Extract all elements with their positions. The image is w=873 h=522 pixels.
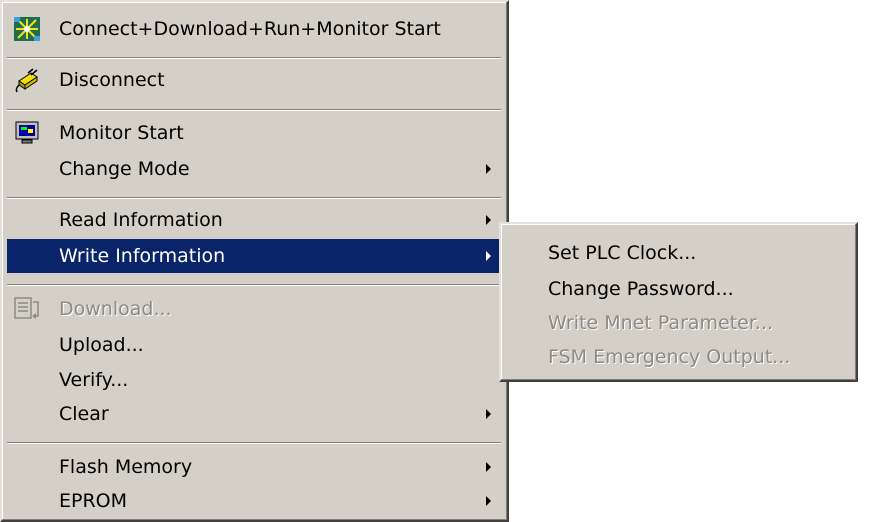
menu-item-verify[interactable]: Verify...	[7, 363, 501, 397]
menu-separator	[7, 284, 501, 286]
disconnect-plug-icon	[13, 67, 41, 93]
menu-item-upload[interactable]: Upload...	[7, 328, 501, 362]
menu-item-flash-memory[interactable]: Flash Memory	[7, 450, 501, 484]
menu-item-label: Clear	[59, 403, 109, 425]
menu-item-label: Verify...	[59, 369, 129, 391]
submenu-item-set-plc-clock[interactable]: Set PLC Clock...	[506, 236, 850, 270]
menu-item-label: Set PLC Clock...	[548, 242, 697, 264]
menu-item-disconnect[interactable]: Disconnect	[7, 63, 501, 97]
menu-item-monitor-start[interactable]: Monitor Start	[7, 116, 501, 150]
menu-item-label: Monitor Start	[59, 122, 184, 144]
submenu-arrow-icon	[486, 496, 491, 506]
menu-item-label: Change Mode	[59, 158, 190, 180]
menu-item-label: Write Information	[59, 245, 226, 267]
menu-item-label: Upload...	[59, 334, 144, 356]
menu-item-label: Disconnect	[59, 69, 165, 91]
menu-item-label: Read Information	[59, 209, 223, 231]
submenu-item-write-mnet-parameter[interactable]: Write Mnet Parameter...	[506, 306, 850, 340]
menu-separator	[7, 57, 501, 59]
menu-item-read-information[interactable]: Read Information	[7, 203, 501, 237]
submenu-write-information: Set PLC Clock... Change Password... Writ…	[499, 222, 858, 382]
download-icon	[13, 296, 41, 322]
menu-separator	[7, 197, 501, 199]
submenu-arrow-icon	[486, 164, 491, 174]
submenu-arrow-icon	[486, 462, 491, 472]
menu-item-eprom[interactable]: EPROM	[7, 484, 501, 518]
menu-item-label: Change Password...	[548, 278, 734, 300]
menu-item-download[interactable]: Download...	[7, 292, 501, 326]
submenu-arrow-icon	[486, 251, 491, 261]
menu-item-connect-download-run-monitor[interactable]: Connect+Download+Run+Monitor Start	[7, 12, 501, 46]
menu-item-clear[interactable]: Clear	[7, 397, 501, 431]
menu-item-change-mode[interactable]: Change Mode	[7, 152, 501, 186]
context-menu-online: Connect+Download+Run+Monitor Start Disco…	[0, 0, 509, 522]
menu-item-label: FSM Emergency Output...	[548, 346, 791, 368]
menu-item-label: Connect+Download+Run+Monitor Start	[59, 18, 441, 40]
menu-item-label: Write Mnet Parameter...	[548, 312, 774, 334]
menu-item-write-information[interactable]: Write Information	[7, 239, 501, 273]
monitor-icon	[13, 120, 41, 146]
menu-item-label: Download...	[59, 298, 172, 320]
menu-separator	[7, 109, 501, 111]
menu-item-label: EPROM	[59, 490, 128, 512]
submenu-item-fsm-emergency-output[interactable]: FSM Emergency Output...	[506, 340, 850, 374]
menu-separator	[7, 442, 501, 444]
submenu-arrow-icon	[486, 409, 491, 419]
menu-item-label: Flash Memory	[59, 456, 193, 478]
connect-run-icon	[13, 16, 41, 42]
submenu-item-change-password[interactable]: Change Password...	[506, 272, 850, 306]
submenu-arrow-icon	[486, 215, 491, 225]
